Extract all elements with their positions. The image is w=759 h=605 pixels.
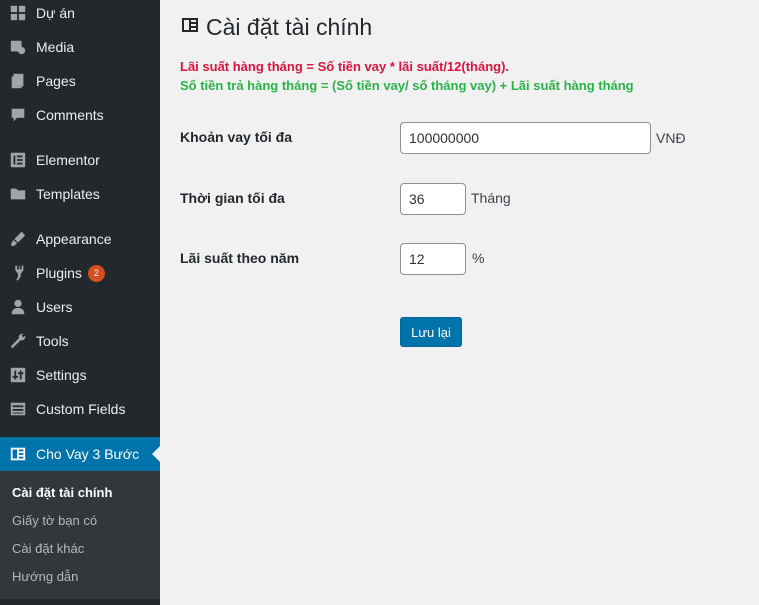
sidebar-item-label: Users: [36, 299, 73, 315]
folder-icon: [8, 184, 28, 204]
users-icon: [8, 297, 28, 317]
sidebar-item-label: Settings: [36, 367, 87, 383]
plugins-icon: [8, 263, 28, 283]
interest-formula-note: Lãi suất hàng tháng = Số tiền vay * lãi …: [180, 59, 510, 74]
sidebar-item-label: Plugins: [36, 265, 82, 281]
pages-icon: [8, 71, 28, 91]
sidebar-item-users[interactable]: Users: [0, 290, 160, 324]
sidebar-item-label: Media: [36, 39, 75, 55]
tools-icon: [8, 331, 28, 351]
sidebar-item-tools[interactable]: Tools: [0, 324, 160, 358]
sidebar-item-templates[interactable]: Templates: [0, 177, 160, 211]
submenu-item-cai-dat-khac[interactable]: Cài đặt khác: [12, 541, 84, 556]
save-button[interactable]: Lưu lại: [400, 317, 462, 347]
sidebar-item-media[interactable]: Media: [0, 30, 160, 64]
sidebar-item-plugins[interactable]: Plugins 2: [0, 256, 160, 290]
max-term-label: Thời gian tối đa: [180, 190, 285, 206]
sidebar-item-settings[interactable]: Settings: [0, 358, 160, 392]
sidebar-item-label: Tools: [36, 333, 69, 349]
sidebar-item-label: Dự án: [36, 5, 75, 21]
max-loan-unit: VNĐ: [656, 130, 686, 146]
sidebar-item-pages[interactable]: Pages: [0, 64, 160, 98]
page-title: Cài đặt tài chính: [180, 14, 372, 41]
annual-rate-label: Lãi suất theo năm: [180, 250, 300, 266]
max-term-unit: Tháng: [471, 190, 511, 206]
submenu: Cài đặt tài chính Giấy tờ bạn có Cài đặt…: [0, 471, 160, 599]
annual-rate-input[interactable]: [400, 243, 466, 275]
max-loan-input[interactable]: [400, 122, 651, 154]
payment-formula-note: Số tiền trả hàng tháng = (Số tiền vay/ s…: [180, 78, 634, 93]
admin-sidebar: Dự án Media Pages Comments Elementor Tem…: [0, 0, 160, 605]
book-icon: [8, 444, 28, 464]
max-term-input[interactable]: [400, 183, 466, 215]
main-content: Cài đặt tài chính Lãi suất hàng tháng = …: [160, 0, 759, 605]
sidebar-item-label: Appearance: [36, 231, 112, 247]
annual-rate-unit: %: [472, 250, 485, 266]
settings-icon: [8, 365, 28, 385]
elementor-icon: [8, 150, 28, 170]
sidebar-item-label: Comments: [36, 107, 104, 123]
sidebar-item-elementor[interactable]: Elementor: [0, 143, 160, 177]
update-count-badge: 2: [87, 264, 105, 282]
sidebar-item-label: Templates: [36, 186, 100, 202]
sidebar-item-label: Pages: [36, 73, 76, 89]
table-icon: [8, 399, 28, 419]
page-title-text: Cài đặt tài chính: [206, 14, 373, 40]
media-icon: [8, 37, 28, 57]
sidebar-item-comments[interactable]: Comments: [0, 98, 160, 132]
sidebar-item-label: Custom Fields: [36, 401, 126, 417]
sidebar-item-appearance[interactable]: Appearance: [0, 222, 160, 256]
dashboard-icon: [8, 3, 28, 23]
submenu-item-giay-to-ban-co[interactable]: Giấy tờ bạn có: [12, 513, 97, 528]
comments-icon: [8, 105, 28, 125]
submenu-item-huong-dan[interactable]: Hướng dẫn: [12, 569, 78, 584]
appearance-icon: [8, 229, 28, 249]
sidebar-item-label: Cho Vay 3 Bước: [36, 446, 140, 462]
book-icon: [180, 14, 206, 41]
submenu-item-cai-dat-tai-chinh[interactable]: Cài đặt tài chính: [12, 485, 112, 500]
max-loan-label: Khoản vay tối đa: [180, 129, 293, 145]
sidebar-item-cho-vay-3-buoc[interactable]: Cho Vay 3 Bước: [0, 437, 160, 471]
sidebar-item-custom-fields[interactable]: Custom Fields: [0, 392, 160, 426]
sidebar-item-label: Elementor: [36, 152, 100, 168]
sidebar-item-du-an[interactable]: Dự án: [0, 0, 160, 30]
